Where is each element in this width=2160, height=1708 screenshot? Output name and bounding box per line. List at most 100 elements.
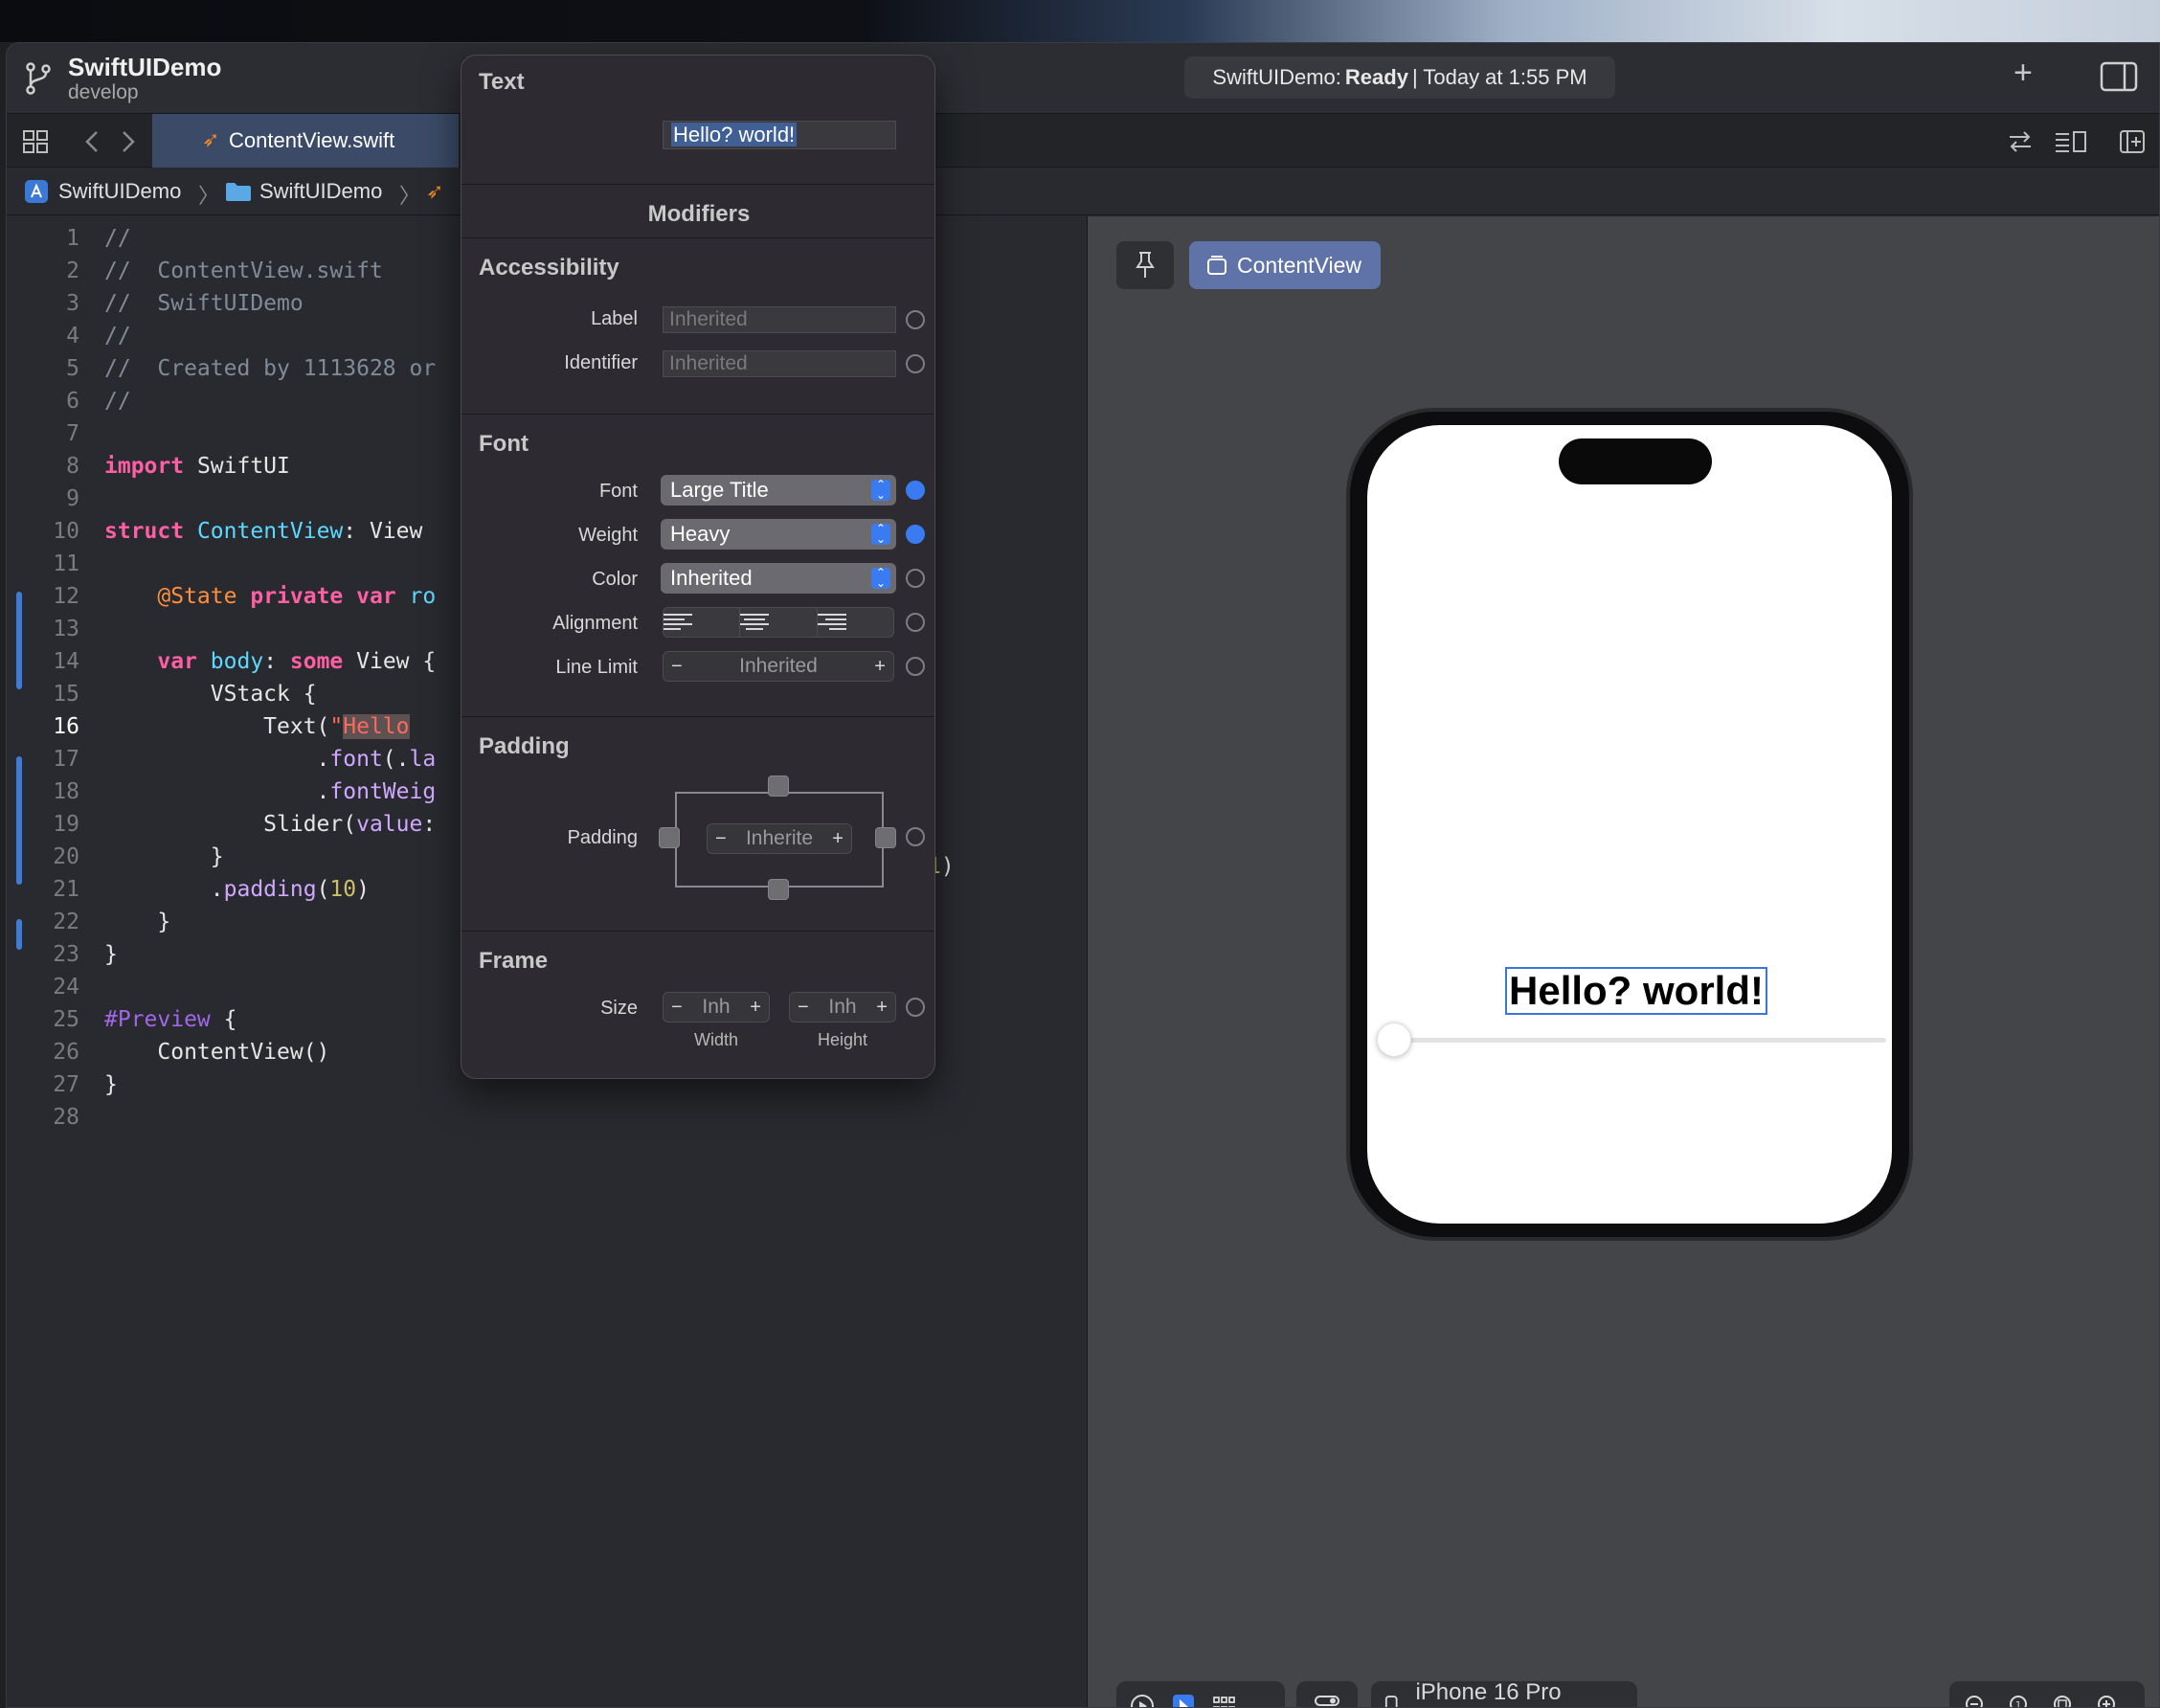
- editor-options-icon[interactable]: [2054, 129, 2088, 154]
- code-token: #Preview: [104, 1007, 211, 1032]
- line-text: #Preview {: [104, 1003, 236, 1036]
- code-token: padding: [223, 877, 317, 902]
- line-number: 25: [53, 1007, 79, 1032]
- code-token: @State: [157, 584, 237, 609]
- line-text: //: [104, 320, 131, 352]
- breadcrumb-separator-icon: 〉: [198, 184, 220, 208]
- minus-icon[interactable]: −: [671, 656, 683, 678]
- minus-icon[interactable]: −: [798, 997, 809, 1019]
- project-name[interactable]: SwiftUIDemo: [68, 53, 221, 82]
- font-select[interactable]: Large Title ⌃ ⌄: [661, 475, 896, 506]
- align-trailing-button[interactable]: [817, 608, 893, 637]
- line-number: 26: [53, 1040, 79, 1065]
- code-token: .: [104, 779, 330, 804]
- branch-icon[interactable]: [24, 60, 53, 97]
- code-token: // ContentView.swift: [104, 258, 383, 283]
- padding-leading-checkbox[interactable]: [659, 827, 680, 848]
- accessibility-label-field[interactable]: Inherited: [663, 306, 896, 333]
- minus-icon[interactable]: −: [671, 997, 683, 1019]
- color-toggle[interactable]: [906, 569, 925, 588]
- preview-chip[interactable]: ContentView: [1189, 241, 1381, 289]
- add-editor-icon[interactable]: [2119, 129, 2146, 154]
- swap-arrows-icon[interactable]: [2006, 129, 2035, 154]
- inspector-toggle-icon[interactable]: [2100, 60, 2138, 93]
- code-token: (: [316, 877, 330, 902]
- status-state: Ready: [1344, 65, 1408, 89]
- xcode-window: SwiftUIDemo develop SwiftUIDemo: Ready |…: [6, 42, 2160, 1708]
- slider-track[interactable]: [1390, 1038, 1886, 1043]
- padding-bottom-checkbox[interactable]: [768, 879, 789, 900]
- slider-thumb[interactable]: [1377, 1023, 1411, 1057]
- font-toggle[interactable]: [906, 481, 925, 500]
- branch-name[interactable]: develop: [68, 81, 139, 104]
- divider: [461, 184, 934, 185]
- padding-trailing-checkbox[interactable]: [875, 827, 896, 848]
- height-stepper[interactable]: − Inh +: [789, 992, 896, 1023]
- padding-toggle[interactable]: [906, 827, 925, 846]
- line-limit-stepper[interactable]: − Inherited +: [663, 651, 894, 682]
- zoom-in-icon[interactable]: [2095, 1693, 2122, 1708]
- plus-icon[interactable]: +: [750, 997, 761, 1019]
- zoom-fit-icon[interactable]: 1: [2007, 1693, 2034, 1708]
- align-leading-button[interactable]: [664, 608, 741, 637]
- code-token: SwiftUI: [184, 454, 290, 479]
- variants-grid-icon[interactable]: [1212, 1695, 1237, 1708]
- line-number: 22: [53, 910, 79, 934]
- text-value-field[interactable]: Hello? world!: [663, 121, 896, 149]
- pin-button[interactable]: [1116, 241, 1174, 289]
- breadcrumb-project[interactable]: SwiftUIDemo: [58, 179, 181, 204]
- align-center-icon: [740, 614, 816, 631]
- plus-icon[interactable]: +: [876, 997, 888, 1019]
- chevron-left-icon[interactable]: [83, 129, 101, 154]
- padding-stepper[interactable]: − Inherite +: [707, 823, 852, 854]
- add-icon[interactable]: +: [2014, 55, 2033, 92]
- toggle-settings-icon[interactable]: [1314, 1695, 1340, 1708]
- iphone-icon: [1384, 1696, 1398, 1707]
- window-icon: [1207, 256, 1226, 275]
- line-text: Text("Hello: [104, 710, 410, 743]
- padding-top-checkbox[interactable]: [768, 775, 789, 797]
- weight-select[interactable]: Heavy ⌃ ⌄: [661, 519, 896, 550]
- accessibility-identifier-field[interactable]: Inherited: [663, 350, 896, 377]
- accessibility-identifier-toggle[interactable]: [906, 354, 925, 373]
- minus-icon[interactable]: −: [715, 828, 727, 850]
- line-limit-toggle[interactable]: [906, 657, 925, 676]
- zoom-out-icon[interactable]: [1963, 1693, 1990, 1708]
- line-text: .font(.la: [104, 743, 437, 775]
- weight-toggle[interactable]: [906, 525, 925, 544]
- line-number: 23: [53, 942, 79, 967]
- section-title-padding: Padding: [479, 733, 570, 759]
- code-token: Slider(: [104, 812, 357, 837]
- breadcrumb-group[interactable]: SwiftUIDemo: [259, 179, 382, 204]
- accessibility-label-toggle[interactable]: [906, 310, 925, 329]
- pin-icon: [1136, 252, 1155, 278]
- tab-bar: ➶ ContentView.swift: [7, 114, 2159, 168]
- plus-icon[interactable]: +: [832, 828, 844, 850]
- chevron-right-icon[interactable]: [120, 129, 137, 154]
- code-token: }: [104, 942, 118, 967]
- code-token: ContentView: [196, 519, 344, 544]
- zoom-actual-icon[interactable]: [2051, 1693, 2078, 1708]
- divider: [461, 716, 934, 717]
- frame-toggle[interactable]: [906, 998, 925, 1017]
- tab-label: ContentView.swift: [229, 128, 395, 152]
- width-value: Inh: [702, 996, 731, 1018]
- device-picker[interactable]: iPhone 16 Pro Max ⌄: [1371, 1679, 1637, 1707]
- preview-text[interactable]: Hello? world!: [1505, 967, 1767, 1015]
- tab-contentview[interactable]: ➶ ContentView.swift: [152, 114, 459, 168]
- align-center-button[interactable]: [740, 608, 818, 637]
- color-select[interactable]: Inherited ⌃ ⌄: [661, 563, 896, 594]
- select-mode-icon[interactable]: [1172, 1694, 1195, 1708]
- grid-icon[interactable]: [22, 129, 49, 154]
- play-icon[interactable]: [1130, 1694, 1155, 1708]
- alignment-toggle[interactable]: [906, 613, 925, 632]
- plus-icon[interactable]: +: [874, 656, 886, 678]
- line-number: 8: [66, 454, 79, 479]
- width-stepper[interactable]: − Inh +: [663, 992, 770, 1023]
- code-line[interactable]: 28: [7, 1101, 1087, 1134]
- line-text: import SwiftUI: [104, 450, 290, 483]
- code-token: VStack {: [104, 682, 317, 707]
